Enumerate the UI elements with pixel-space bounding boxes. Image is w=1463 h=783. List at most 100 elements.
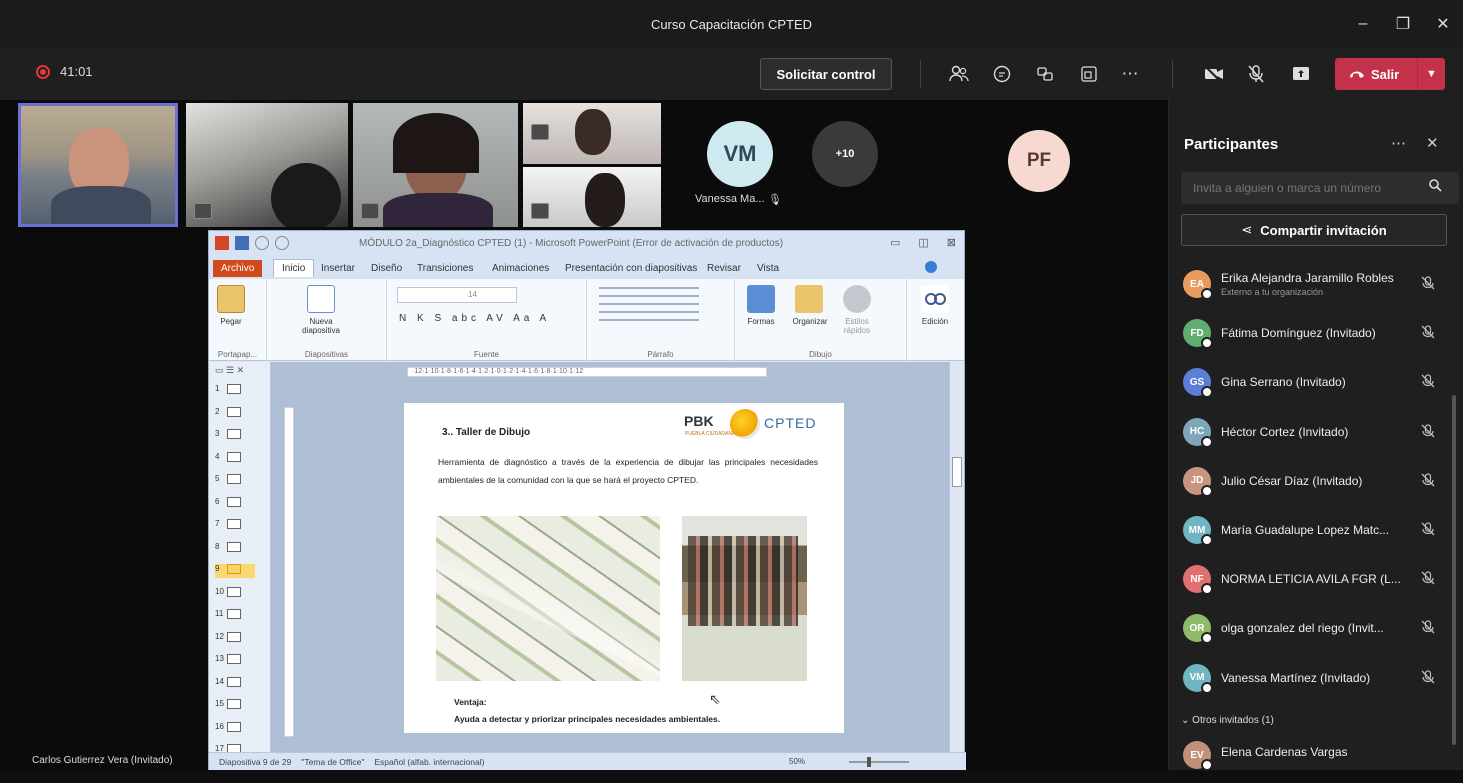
close-icon[interactable]: ✕ [1426,134,1439,152]
slide-thumbnail[interactable]: 16 [215,721,255,736]
slide-thumbnail[interactable]: 9 [215,564,255,578]
help-icon[interactable] [925,261,937,273]
tab-presentacion[interactable]: Presentación con diapositivas [565,263,697,274]
slide-thumbnail[interactable]: 5 [215,474,255,488]
reactions-icon[interactable] [1029,58,1061,90]
video-tile-presenter[interactable] [18,103,178,227]
slide-thumbnail[interactable]: 2 [215,406,255,421]
tab-insertar[interactable]: Insertar [321,263,355,274]
font-format-buttons[interactable]: N K S abc AV Aa A [399,313,550,324]
paste-icon[interactable] [217,285,245,313]
zoom-slider[interactable] [849,757,909,767]
participants-icon[interactable] [943,58,975,90]
slide-thumbnail[interactable]: 1 [215,384,255,398]
slide-preview [227,384,241,394]
participant-item[interactable]: FD Fátima Domínguez (Invitado) [1169,309,1454,357]
participant-item[interactable]: EA Erika Alejandra Jaramillo Robles Extern… [1169,260,1454,308]
redo-icon[interactable] [275,236,289,250]
share-icon[interactable] [1285,58,1317,90]
minimize-icon[interactable]: ▭ [890,236,900,249]
more-icon[interactable]: ⋯ [1391,134,1406,152]
group-editing: Edición [907,279,965,361]
slide-preview [227,631,241,642]
leave-button[interactable]: Salir ▼ [1335,58,1445,90]
video-tile[interactable] [353,103,518,227]
slide-thumbnail[interactable]: 7 [215,519,255,533]
video-tile[interactable] [523,103,661,164]
search-icon[interactable] [1429,179,1442,195]
tab-animaciones[interactable]: Animaciones [492,263,549,274]
share-invitation-button[interactable]: ⋖ Compartir invitación [1181,214,1447,246]
invite-search-input[interactable] [1181,172,1459,204]
participant-item[interactable]: MM María Guadalupe Lopez Matc... [1169,506,1454,554]
participant-item[interactable]: VM Vanessa Martínez (Invitado) [1169,654,1454,702]
shapes-icon[interactable] [747,285,775,313]
slide-thumbnail[interactable]: 6 [215,496,255,511]
arrange-icon[interactable] [795,285,823,313]
tab-vista[interactable]: Vista [757,263,779,274]
tab-revisar[interactable]: Revisar [707,263,741,274]
avatar[interactable]: VM [707,121,773,187]
mic-muted-icon [1421,522,1435,539]
panel-scrollbar[interactable] [1452,395,1456,745]
slide-thumbnail[interactable]: 15 [215,699,255,713]
participant-item[interactable]: OR olga gonzalez del riego (Invit... [1169,604,1454,652]
request-control-button[interactable]: Solicitar control [760,58,892,90]
workshop-photo [682,516,807,681]
slide-canvas[interactable]: 3.. Taller de Dibujo PBK PUEBLA CIUDADAN… [404,403,844,733]
close-icon[interactable]: ✕ [1423,14,1463,34]
participant-item[interactable]: NF NORMA LETICIA AVILA FGR (L... [1169,555,1454,603]
video-tile[interactable] [186,103,348,227]
participant-item[interactable]: GS Gina Serrano (Invitado) [1169,358,1454,406]
participant-item[interactable]: JD Julio César Díaz (Invitado) [1169,457,1454,505]
editing-label: Edición [921,317,949,326]
save-icon[interactable] [235,236,249,250]
participant-name: Fátima Domínguez (Invitado) [1221,326,1376,341]
tab-transiciones[interactable]: Transiciones [417,263,473,274]
participant-item[interactable]: EV Elena Cardenas Vargas [1169,735,1454,783]
avatar[interactable]: PF [1008,130,1070,192]
close-icon[interactable]: ⊠ [947,236,956,249]
mic-muted-icon [1421,325,1435,342]
participant-item[interactable]: HC Héctor Cortez (Invitado) [1169,408,1454,456]
more-icon[interactable]: ⋯ [1114,58,1146,90]
slide-thumbnail[interactable]: 13 [215,654,255,668]
find-icon[interactable] [921,285,949,313]
vertical-scrollbar[interactable] [949,362,964,752]
tab-inicio[interactable]: Inicio [273,259,315,277]
mic-off-icon[interactable] [1240,58,1272,90]
paragraph-buttons[interactable] [599,287,699,327]
outline-tabs[interactable]: ▭ ☰ ✕ [215,365,244,376]
undo-icon[interactable] [255,236,269,250]
slide-thumbnail[interactable]: 4 [215,451,255,466]
language[interactable]: Español (alfab. internacional) [374,757,484,767]
slide-thumbnail[interactable]: 14 [215,676,255,691]
video-tile[interactable] [523,167,661,227]
maximize-icon[interactable]: ❐ [1383,14,1423,34]
minimize-icon[interactable]: – [1343,15,1383,33]
slide-preview [227,429,241,439]
quick-styles-icon[interactable] [843,285,871,313]
maximize-icon[interactable]: ◫ [918,236,928,249]
new-slide-icon[interactable] [307,285,335,313]
font-size-field[interactable]: 14 [397,287,517,303]
slide-title: 3.. Taller de Dibujo [442,427,531,438]
rooms-icon[interactable] [1073,58,1105,90]
slide-thumbnail[interactable]: 11 [215,609,255,623]
avatar: OR [1183,614,1213,645]
slide-thumbnail[interactable]: 3 [215,429,255,443]
quick-access-toolbar [215,236,289,250]
other-guests-header[interactable]: ⌄ Otros invitados (1) [1181,715,1274,726]
mic-muted-icon [194,203,212,219]
camera-off-icon[interactable] [1198,58,1230,90]
slide-thumbnail[interactable]: 12 [215,631,255,646]
slide-thumbnail[interactable]: 10 [215,586,255,601]
slide-thumbnail[interactable]: 8 [215,541,255,556]
tab-archivo[interactable]: Archivo [213,260,263,277]
zoom-level[interactable]: 50% [789,757,805,766]
overflow-avatar[interactable]: +10 [812,121,878,187]
tab-diseno[interactable]: Diseño [371,263,402,274]
chat-icon[interactable] [986,58,1018,90]
panel-title: Participantes [1184,136,1279,153]
chevron-down-icon[interactable]: ▼ [1417,58,1445,90]
